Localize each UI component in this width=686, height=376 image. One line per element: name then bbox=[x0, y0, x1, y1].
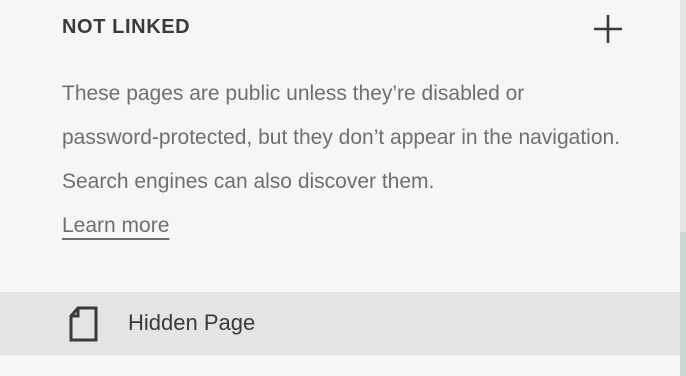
panel-edge bbox=[680, 0, 686, 376]
page-icon bbox=[68, 306, 100, 342]
section-description: These pages are public unless they’re di… bbox=[62, 72, 622, 248]
section-title: NOT LINKED bbox=[62, 16, 191, 38]
plus-icon bbox=[593, 14, 623, 44]
section-header: NOT LINKED bbox=[62, 14, 630, 44]
preview-edge bbox=[680, 232, 686, 376]
pages-panel: NOT LINKED These pages are public unless… bbox=[0, 0, 680, 376]
page-label: Hidden Page bbox=[128, 310, 256, 335]
add-page-button[interactable] bbox=[593, 14, 623, 44]
learn-more-link[interactable]: Learn more bbox=[62, 214, 169, 237]
page-row-hidden-page[interactable]: Hidden Page bbox=[0, 292, 680, 355]
description-text: These pages are public unless they’re di… bbox=[62, 82, 621, 193]
